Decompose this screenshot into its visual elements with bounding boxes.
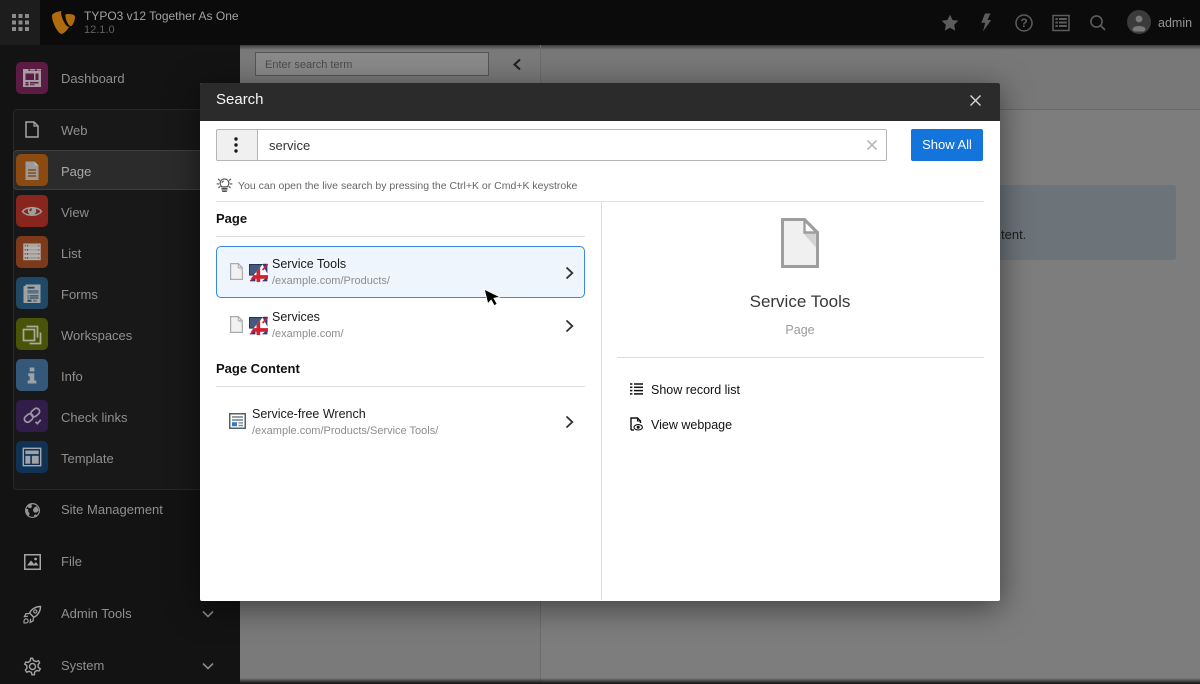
svg-text:?: ? [1020, 16, 1027, 30]
